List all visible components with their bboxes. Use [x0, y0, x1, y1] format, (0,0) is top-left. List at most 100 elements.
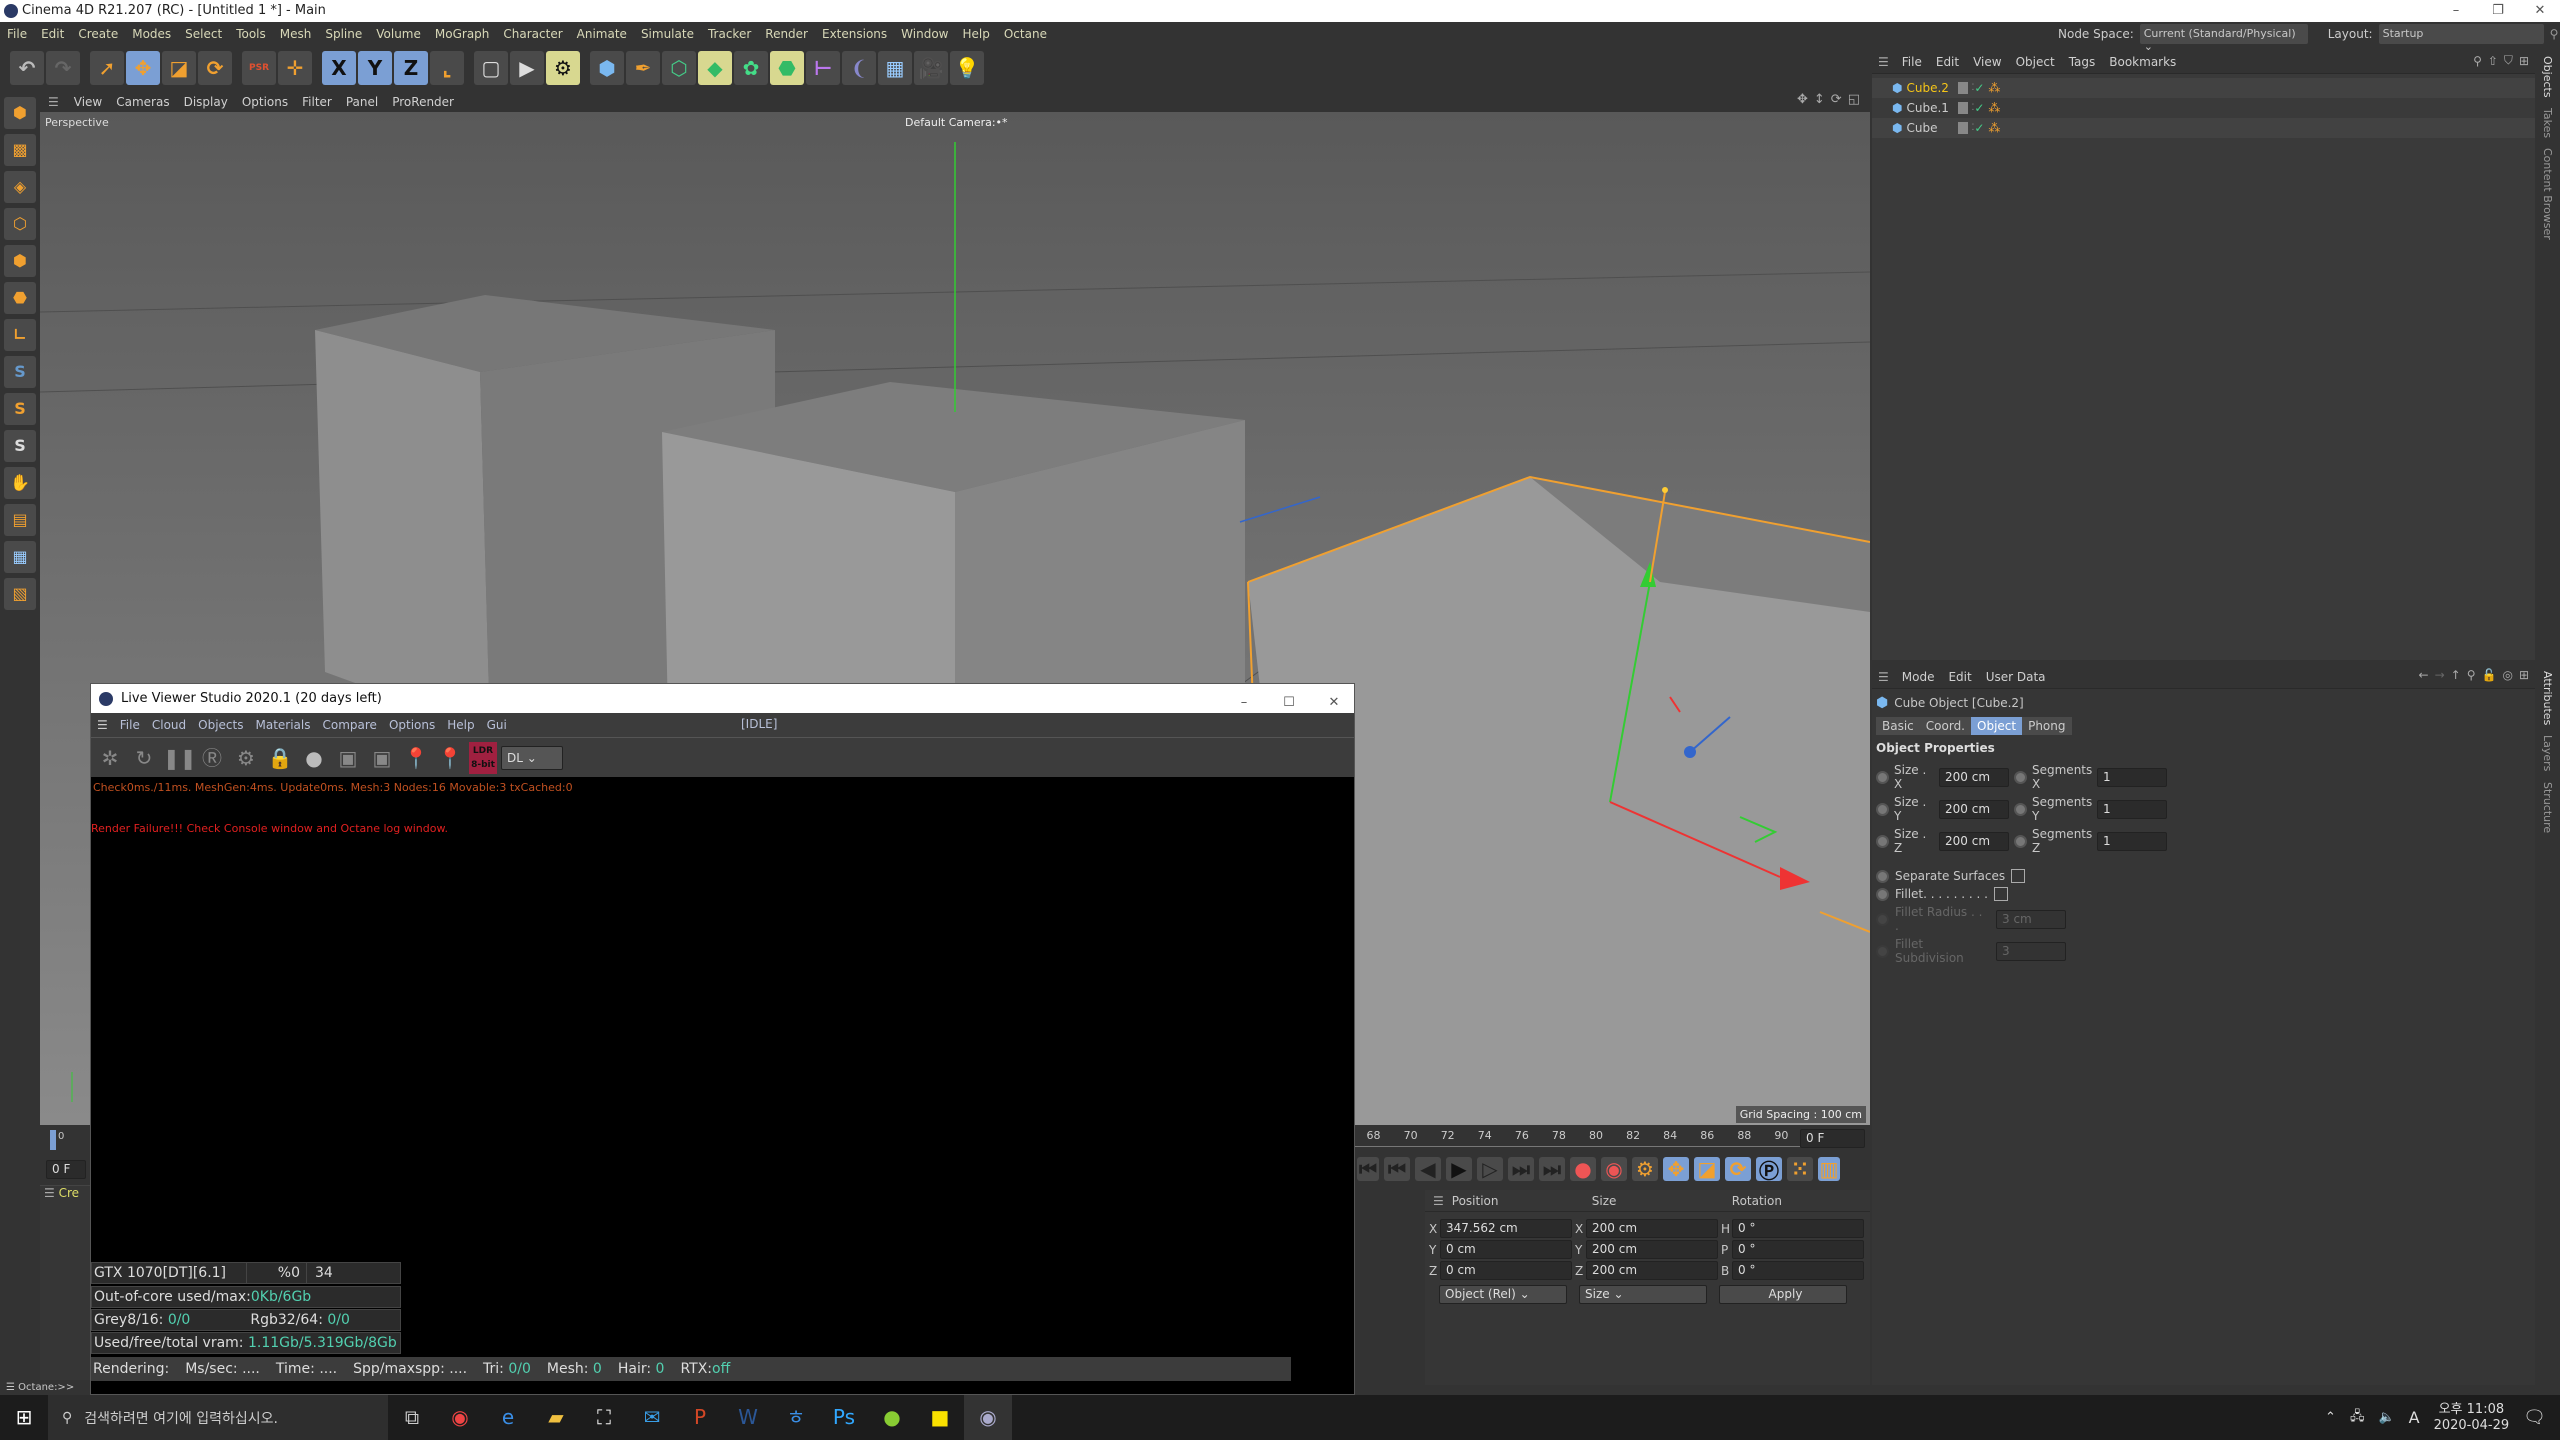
key-parameter-icon[interactable]: Ⓟ — [1756, 1157, 1782, 1183]
fillet-checkbox[interactable] — [1993, 887, 2008, 901]
prev-frame-icon[interactable]: ◀ — [1415, 1157, 1441, 1181]
cube-icon[interactable]: ⬢ — [590, 51, 624, 85]
render-region-icon[interactable]: ▢ — [474, 51, 508, 85]
hangul-icon[interactable]: ㅎ — [772, 1395, 820, 1440]
pen-icon[interactable]: ✒ — [626, 51, 660, 85]
menu-tools[interactable]: Tools — [229, 22, 273, 46]
size-field[interactable]: 200 cm — [1939, 831, 2009, 851]
z-axis-lock-icon[interactable]: Z — [394, 51, 428, 85]
hamburger-menu-icon[interactable]: ☰ — [6, 1382, 18, 1393]
taskbar-search-box[interactable]: ⚲ 검색하려면 여기에 입력하십시오. — [48, 1395, 388, 1440]
symmetry-icon[interactable]: ⊢ — [806, 51, 840, 85]
light-icon[interactable]: 💡 — [950, 51, 984, 85]
snap-icon[interactable]: S — [4, 356, 36, 388]
hamburger-menu-icon[interactable]: ☰ — [1878, 55, 1889, 69]
animate-radio-icon[interactable] — [1876, 770, 1889, 784]
size-field[interactable]: 200 cm — [1939, 799, 2009, 819]
record-key-icon[interactable]: ● — [1570, 1157, 1596, 1181]
key-scale-icon[interactable]: ◪ — [1694, 1157, 1720, 1181]
floor-icon[interactable]: ▦ — [878, 51, 912, 85]
render-area[interactable]: Check0ms./11ms. MeshGen:4ms. Update0ms. … — [91, 777, 1354, 1394]
network-icon[interactable]: 🖧 — [2350, 1407, 2365, 1429]
menu-mograph[interactable]: MoGraph — [428, 22, 497, 46]
apply-button[interactable]: Apply — [1719, 1285, 1847, 1304]
lv-menu-cloud[interactable]: Cloud — [146, 713, 192, 737]
photoshop-icon[interactable]: Ps — [820, 1395, 868, 1440]
next-key-icon[interactable]: ⏭ — [1508, 1157, 1534, 1181]
animate-radio-icon[interactable] — [2014, 802, 2027, 816]
texture-mode-icon[interactable]: ▩ — [4, 134, 36, 166]
deformer-icon[interactable]: ❨ — [842, 51, 876, 85]
animate-radio-icon[interactable] — [2014, 770, 2027, 784]
layer-icon[interactable] — [1958, 102, 1969, 114]
animate-radio-icon[interactable] — [1876, 887, 1889, 901]
axis-mode-icon[interactable]: ∟ — [4, 319, 36, 351]
lv-menu-gui[interactable]: Gui — [481, 713, 513, 737]
layout-dropdown[interactable]: Startup — [2378, 24, 2544, 44]
lv-close-button[interactable]: ✕ — [1314, 688, 1354, 710]
tweak-icon[interactable]: ✋ — [4, 467, 36, 499]
menu-character[interactable]: Character — [496, 22, 569, 46]
maximize-button[interactable]: ❐ — [2478, 0, 2518, 22]
segments-field[interactable]: 1 — [2097, 831, 2167, 851]
lock-workplane-icon[interactable]: ▧ — [4, 578, 36, 610]
console-bar[interactable]: ☰ Octane:>> — [0, 1380, 90, 1395]
go-to-start-icon[interactable]: ⏮ — [1357, 1157, 1379, 1181]
search-icon[interactable]: ⚲ — [2473, 54, 2482, 68]
segments-field[interactable]: 1 — [2097, 767, 2167, 787]
scale-tool-icon[interactable]: ◪ — [162, 51, 196, 85]
key-pla-icon[interactable]: ⁙ — [1787, 1157, 1813, 1181]
pan-view-icon[interactable]: ✥ — [1797, 92, 1808, 107]
lv-menu-file[interactable]: File — [114, 713, 146, 737]
objects-menu-edit[interactable]: Edit — [1929, 52, 1966, 72]
psr-icon[interactable]: PSR — [242, 51, 276, 85]
side-tab-takes[interactable]: Takes — [2541, 108, 2554, 138]
add-tool-icon[interactable]: ✛ — [278, 51, 312, 85]
viewport-menu-filter[interactable]: Filter — [295, 92, 339, 112]
coordinate-size-field[interactable]: 200 cm — [1586, 1219, 1718, 1238]
attributes-menu-edit[interactable]: Edit — [1941, 667, 1978, 687]
material-tag-icon[interactable]: ⁂ — [1988, 101, 2000, 115]
menu-mesh[interactable]: Mesh — [273, 22, 319, 46]
menu-window[interactable]: Window — [894, 22, 955, 46]
attributes-menu-user-data[interactable]: User Data — [1979, 667, 2053, 687]
object-row[interactable]: ⬢ Cube ⁚ ✓ ⁂ — [1872, 118, 2535, 138]
line-icon[interactable]: ● — [868, 1395, 916, 1440]
coordinate-position-field[interactable]: 347.562 cm — [1440, 1219, 1572, 1238]
target-icon[interactable]: ◎ — [2502, 668, 2512, 682]
menu-help[interactable]: Help — [956, 22, 997, 46]
animate-radio-icon[interactable] — [1876, 802, 1889, 816]
close-button[interactable]: ✕ — [2520, 0, 2560, 22]
new-view-icon[interactable]: ⊞ — [2519, 54, 2529, 68]
up-arrow-icon[interactable]: ↑ — [2451, 668, 2461, 682]
coordinate-system-icon[interactable]: ⌞ — [430, 51, 464, 85]
menu-select[interactable]: Select — [178, 22, 229, 46]
kakaotalk-icon[interactable]: ■ — [916, 1395, 964, 1440]
lv-menu-materials[interactable]: Materials — [249, 713, 316, 737]
word-icon[interactable]: W — [724, 1395, 772, 1440]
windows-start-icon[interactable]: ⊞ — [0, 1395, 48, 1440]
coordinate-rotation-field[interactable]: 0 ° — [1732, 1261, 1864, 1280]
animate-radio-icon[interactable] — [1876, 834, 1889, 848]
cloner-icon[interactable]: ✿ — [734, 51, 768, 85]
render-settings-icon[interactable]: ⚙ — [546, 51, 580, 85]
material-pick-icon[interactable]: 📍 — [435, 743, 465, 773]
side-tab-content-browser[interactable]: Content Browser — [2541, 148, 2554, 240]
objects-menu-file[interactable]: File — [1895, 52, 1929, 72]
viewport-menu-panel[interactable]: Panel — [339, 92, 385, 112]
objects-menu-bookmarks[interactable]: Bookmarks — [2102, 52, 2183, 72]
undo-icon[interactable]: ↶ — [10, 51, 44, 85]
tab-coord[interactable]: Coord. — [1919, 717, 1971, 735]
lv-menu-objects[interactable]: Objects — [192, 713, 249, 737]
edges-mode-icon[interactable]: ⬢ — [4, 245, 36, 277]
toggle-view-icon[interactable]: ◱ — [1848, 92, 1860, 107]
lv-menu-compare[interactable]: Compare — [317, 713, 383, 737]
redo-icon[interactable]: ↷ — [46, 51, 80, 85]
back-arrow-icon[interactable]: ← — [2419, 668, 2429, 682]
region-render-icon[interactable]: Ⓡ — [197, 743, 227, 773]
menu-create[interactable]: Create — [71, 22, 125, 46]
timeline-playhead[interactable] — [50, 1130, 56, 1150]
menu-spline[interactable]: Spline — [318, 22, 369, 46]
coordinate-rotation-field[interactable]: 0 ° — [1732, 1219, 1864, 1238]
points-mode-icon[interactable]: ⬡ — [4, 208, 36, 240]
